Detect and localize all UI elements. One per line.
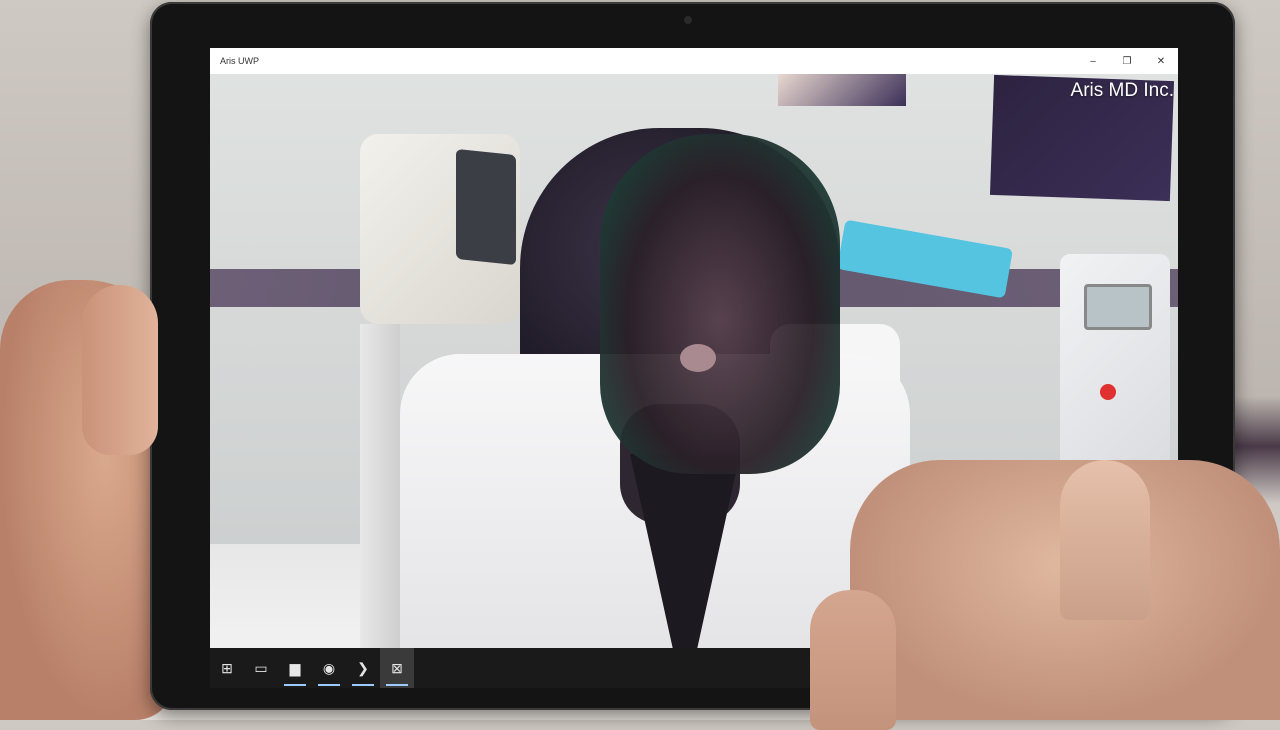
powershell-icon[interactable]: ❯ bbox=[346, 648, 380, 688]
face-mesh-nose bbox=[680, 344, 716, 372]
medical-device-left bbox=[360, 134, 520, 324]
right-index-finger bbox=[810, 590, 896, 730]
device-screen bbox=[456, 148, 516, 266]
medical-device-stand bbox=[360, 324, 400, 648]
close-button[interactable]: ✕ bbox=[1144, 48, 1178, 74]
chrome-icon[interactable]: ◉ bbox=[312, 648, 346, 688]
wall-poster-small bbox=[778, 74, 906, 106]
device-screen-right bbox=[1084, 284, 1152, 330]
minimize-button[interactable]: – bbox=[1076, 48, 1110, 74]
file-explorer-icon[interactable]: ▆ bbox=[278, 648, 312, 688]
start-icon[interactable]: ⊞ bbox=[210, 648, 244, 688]
task-view-icon[interactable]: ▭ bbox=[244, 648, 278, 688]
left-thumb bbox=[82, 285, 158, 455]
maximize-button[interactable]: ❐ bbox=[1110, 48, 1144, 74]
window-title: Aris UWP bbox=[220, 56, 259, 66]
app-window-icon[interactable]: ⊠ bbox=[380, 648, 414, 688]
3d-face-mesh-overlay bbox=[600, 134, 840, 474]
camera-dot bbox=[684, 16, 692, 24]
right-middle-finger bbox=[1060, 460, 1150, 620]
emergency-button bbox=[1100, 384, 1116, 400]
watermark-text: Aris MD Inc. bbox=[1070, 80, 1174, 101]
window-titlebar[interactable]: Aris UWP – ❐ ✕ bbox=[210, 48, 1178, 74]
